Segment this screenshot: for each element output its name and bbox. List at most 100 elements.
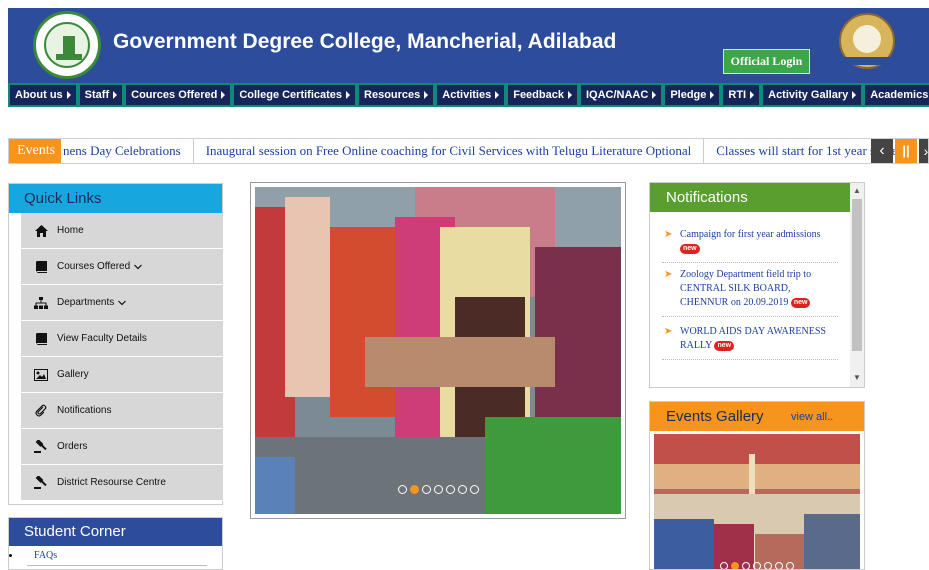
quick-link-label: Home: [57, 225, 84, 236]
slider-dot[interactable]: [457, 485, 467, 494]
arrow-right-icon: ➤: [664, 269, 673, 280]
quick-link-label: Gallery: [57, 369, 89, 380]
nav-item-about-us[interactable]: About us: [10, 85, 76, 105]
student-corner-item-faqs[interactable]: FAQs: [9, 550, 57, 561]
quick-link-label: Courses Offered: [57, 261, 131, 272]
home-icon: [33, 223, 49, 239]
nav-item-rti[interactable]: RTI: [723, 85, 760, 105]
caret-right-icon: [750, 91, 755, 99]
nav-item-feedback[interactable]: Feedback: [508, 85, 577, 105]
gallery-dot[interactable]: [764, 562, 772, 569]
events-gallery-title: Events Gallery: [666, 408, 764, 425]
sitemap-icon: [33, 295, 49, 311]
slider-image: [255, 187, 621, 514]
nav-item-label[interactable]: College Certificates: [239, 85, 342, 105]
nav-item-label[interactable]: Feedback: [513, 85, 564, 105]
nav-item-label[interactable]: RTI: [728, 85, 746, 105]
notification-item[interactable]: ➤ Campaign for first year admissions new: [662, 228, 838, 263]
events-gallery-header: Events Gallery view all..: [650, 402, 864, 431]
nav-item-label[interactable]: Resources: [364, 85, 420, 105]
nav-item-label[interactable]: Staff: [85, 85, 109, 105]
notifications-title: Notifications: [650, 183, 850, 212]
scroll-down-icon[interactable]: ▼: [853, 373, 861, 382]
gavel-icon: [33, 439, 49, 455]
nav-item-pledge[interactable]: Pledge: [665, 85, 720, 105]
slider-dot[interactable]: [409, 485, 419, 494]
photo-slider[interactable]: [250, 182, 626, 519]
gallery-dot[interactable]: [742, 562, 750, 569]
new-badge: new: [790, 297, 811, 308]
nav-item-activities[interactable]: Activities: [437, 85, 505, 105]
gavel-icon: [33, 475, 49, 491]
slider-dot[interactable]: [445, 485, 455, 494]
caret-right-icon: [221, 91, 226, 99]
caret-right-icon: [495, 91, 500, 99]
nav-item-staff[interactable]: Staff: [79, 85, 123, 105]
quick-link-home[interactable]: Home: [21, 213, 223, 249]
events-gallery-panel: Events Gallery view all..: [649, 401, 865, 570]
notifications-scrollbar[interactable]: ▲ ▼: [850, 183, 864, 387]
nav-item-college-certificates[interactable]: College Certificates: [234, 85, 356, 105]
quick-link-label: View Faculty Details: [57, 333, 147, 344]
quick-link-courses-offered[interactable]: Courses Offered: [21, 249, 223, 285]
pause-icon[interactable]: ||: [895, 139, 917, 163]
nav-item-label[interactable]: Activity Gallary: [768, 85, 848, 105]
nav-item-iqac-naac[interactable]: IQAC/NAAC: [580, 85, 662, 105]
book-icon: [33, 331, 49, 347]
slider-dot[interactable]: [397, 485, 407, 494]
slider-dot[interactable]: [433, 485, 443, 494]
quick-link-district-resourse-centre[interactable]: District Resourse Centre: [21, 465, 223, 501]
view-all-link[interactable]: view all..: [791, 411, 833, 423]
notification-item[interactable]: ➤ Zoology Department field trip to CENTRA…: [662, 268, 838, 317]
nav-item-label[interactable]: Pledge: [670, 85, 706, 105]
slider-dot[interactable]: [469, 485, 479, 494]
student-corner-item-label[interactable]: FAQs: [34, 550, 57, 561]
event-ticker-item[interactable]: nens Day Celebrations: [61, 139, 194, 163]
college-emblem-icon: [839, 13, 895, 69]
notification-text[interactable]: WORLD AIDS DAY AWARENESS RALLY: [680, 326, 826, 351]
nav-item-label[interactable]: IQAC/NAAC: [586, 85, 648, 105]
nav-item-academics[interactable]: Academics: [865, 85, 929, 105]
official-login-button[interactable]: Official Login: [723, 49, 810, 74]
scrollbar-thumb[interactable]: [852, 199, 862, 351]
gallery-dot[interactable]: [731, 562, 739, 569]
scroll-up-icon[interactable]: ▲: [853, 186, 861, 195]
gallery-dot[interactable]: [775, 562, 783, 569]
student-corner-panel: Student Corner FAQs: [8, 517, 223, 570]
event-ticker-item[interactable]: Inaugural session on Free Online coachin…: [194, 139, 705, 163]
caret-right-icon: [113, 91, 118, 99]
telangana-emblem-icon[interactable]: [33, 11, 101, 79]
quick-links-list: Home Courses Offered Departments View Facul…: [21, 213, 223, 501]
site-title: Government Degree College, Mancherial, A…: [113, 30, 617, 53]
events-gallery-image[interactable]: [654, 434, 860, 569]
caret-right-icon: [346, 91, 351, 99]
chevron-left-icon[interactable]: ‹: [871, 139, 893, 163]
nav-item-label[interactable]: About us: [15, 85, 63, 105]
nav-item-resources[interactable]: Resources: [359, 85, 434, 105]
quick-link-label: Notifications: [57, 405, 112, 416]
quick-link-view-faculty-details[interactable]: View Faculty Details: [21, 321, 223, 357]
nav-item-cources-offered[interactable]: Cources Offered: [126, 85, 231, 105]
gallery-dots: [654, 562, 860, 569]
events-ticker-label: Events: [9, 139, 61, 163]
nav-item-label[interactable]: Activities: [442, 85, 491, 105]
caret-right-icon: [710, 91, 715, 99]
quick-link-departments[interactable]: Departments: [21, 285, 223, 321]
chevron-right-icon[interactable]: ›: [919, 139, 928, 163]
quick-link-orders[interactable]: Orders: [21, 429, 223, 465]
gallery-dot[interactable]: [753, 562, 761, 569]
slider-dot[interactable]: [421, 485, 431, 494]
caret-right-icon: [652, 91, 657, 99]
notification-item[interactable]: ➤ WORLD AIDS DAY AWARENESS RALLY new: [662, 325, 838, 360]
paperclip-icon: [33, 403, 49, 419]
quick-link-gallery[interactable]: Gallery: [21, 357, 223, 393]
book-icon: [33, 259, 49, 275]
nav-item-label[interactable]: Cources Offered: [131, 85, 217, 105]
nav-item-activity-gallary[interactable]: Activity Gallary: [763, 85, 862, 105]
gallery-dot[interactable]: [786, 562, 794, 569]
gallery-dot[interactable]: [720, 562, 728, 569]
quick-link-notifications[interactable]: Notifications: [21, 393, 223, 429]
nav-item-label[interactable]: Academics: [870, 85, 928, 105]
notification-text[interactable]: Campaign for first year admissions: [680, 229, 821, 240]
new-badge: new: [714, 340, 735, 351]
